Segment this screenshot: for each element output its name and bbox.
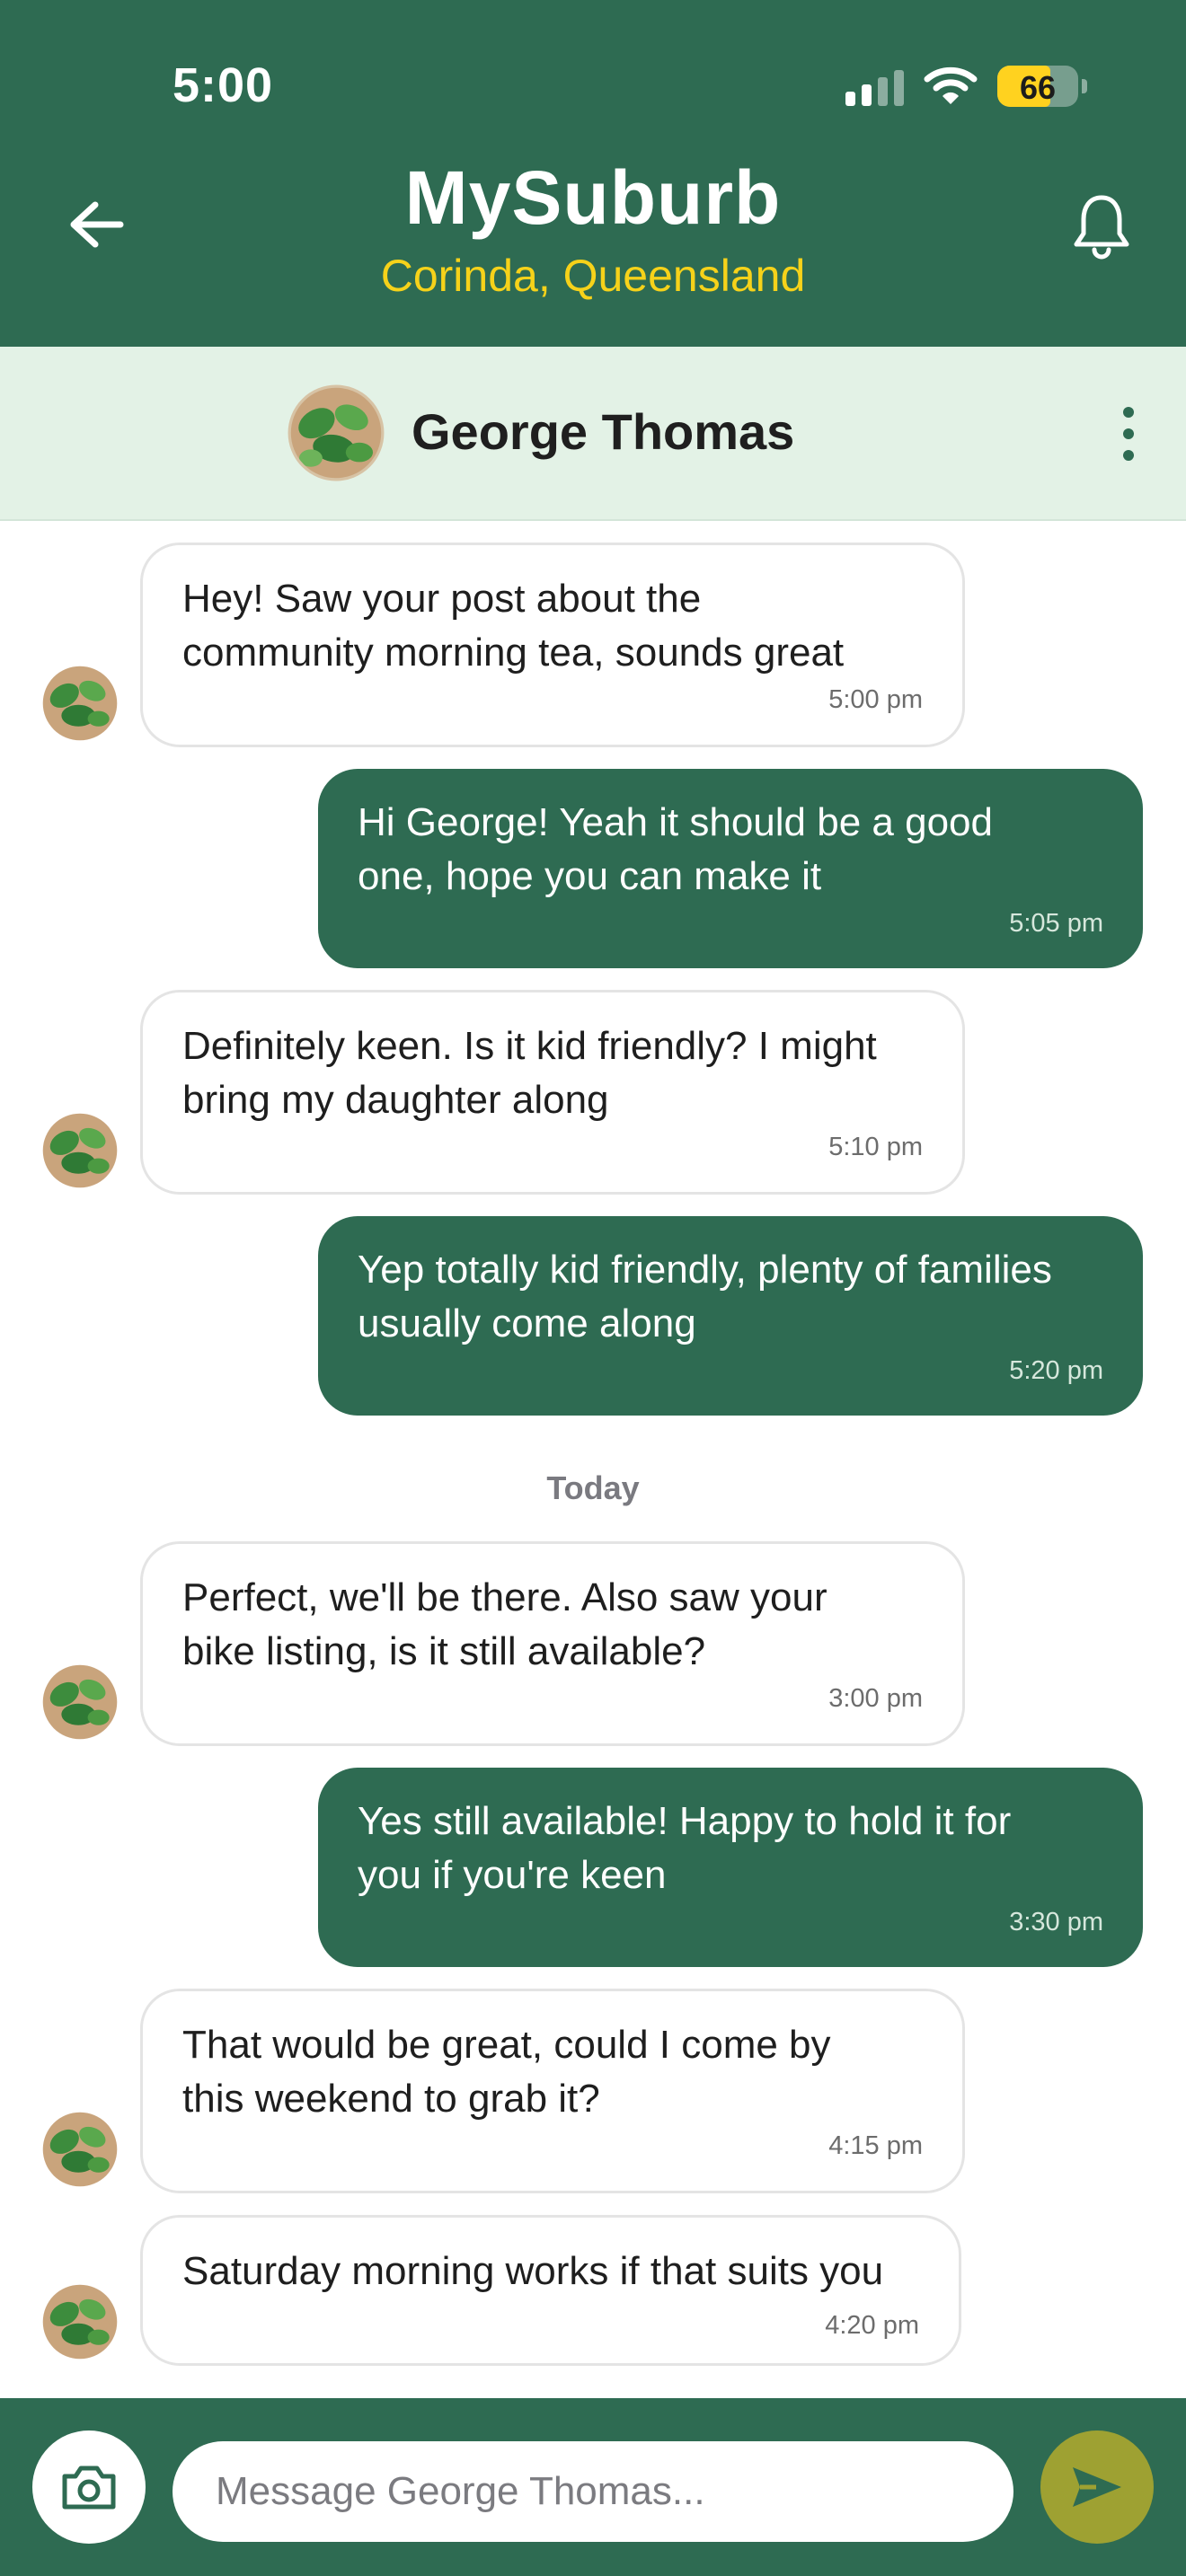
message-text: That would be great, could I come by thi…: [182, 2023, 831, 2121]
sender-avatar: [42, 1664, 118, 1740]
status-time: 5:00: [173, 58, 274, 112]
sender-avatar: [42, 666, 118, 741]
message-bubble-outgoing[interactable]: Yes still available! Happy to hold it fo…: [318, 1768, 1143, 1967]
message-text: Hey! Saw your post about the community m…: [182, 577, 845, 675]
send-icon: [1073, 2467, 1121, 2507]
message-text: Hi George! Yeah it should be a good one,…: [358, 800, 993, 898]
bell-icon: [1074, 195, 1129, 260]
sender-avatar: [42, 2112, 118, 2187]
message-text: Yes still available! Happy to hold it fo…: [358, 1799, 1012, 1897]
app-header: 5:00 66 MySuburb Corinda, Queensland: [0, 0, 1186, 347]
date-divider: Today: [546, 1469, 640, 1506]
message-bubble-incoming[interactable]: Perfect, we'll be there. Also saw your b…: [140, 1541, 965, 1746]
message-text: Definitely keen. Is it kid friendly? I m…: [182, 1024, 877, 1122]
contact-avatar[interactable]: [288, 384, 385, 481]
message-time: 3:30 pm: [1009, 1908, 1103, 1936]
wifi-icon: [924, 66, 978, 104]
battery-icon: 66: [997, 66, 1087, 107]
notifications-button[interactable]: [1066, 190, 1137, 262]
message-time: 5:20 pm: [1009, 1356, 1103, 1385]
battery-level: 66: [1019, 69, 1057, 106]
message-input[interactable]: [173, 2441, 1013, 2542]
more-vertical-icon: [1123, 407, 1134, 418]
message-bubble-outgoing[interactable]: Yep totally kid friendly, plenty of fami…: [318, 1216, 1143, 1416]
message-text: Saturday morning works if that suits you: [182, 2249, 884, 2293]
message-time: 4:20 pm: [825, 2311, 919, 2340]
message-time: 5:10 pm: [828, 1133, 923, 1161]
message-bubble-incoming[interactable]: Saturday morning works if that suits you…: [140, 2215, 961, 2366]
sender-avatar: [42, 2284, 118, 2360]
camera-icon: [62, 2466, 116, 2510]
location-subtitle: Corinda, Queensland: [380, 251, 806, 301]
message-bubble-incoming[interactable]: Definitely keen. Is it kid friendly? I m…: [140, 990, 965, 1195]
cellular-signal-icon: [845, 66, 904, 106]
contact-name[interactable]: George Thomas: [412, 402, 794, 461]
send-button[interactable]: [1040, 2430, 1154, 2544]
message-text: Perfect, we'll be there. Also saw your b…: [182, 1575, 828, 1673]
message-time: 5:05 pm: [1009, 909, 1103, 938]
app-title: MySuburb: [404, 155, 782, 240]
message-text: Yep totally kid friendly, plenty of fami…: [358, 1248, 1052, 1345]
message-bubble-incoming[interactable]: Hey! Saw your post about the community m…: [140, 543, 965, 747]
contact-bar: George Thomas: [0, 347, 1186, 521]
camera-button[interactable]: [32, 2430, 146, 2544]
sender-avatar: [42, 1113, 118, 1188]
message-time: 4:15 pm: [828, 2131, 923, 2160]
message-bubble-incoming[interactable]: That would be great, could I come by thi…: [140, 1989, 965, 2193]
message-time: 5:00 pm: [828, 685, 923, 714]
message-bubble-outgoing[interactable]: Hi George! Yeah it should be a good one,…: [318, 769, 1143, 968]
status-icons: 66: [845, 63, 1087, 110]
more-options-button[interactable]: [1111, 393, 1146, 474]
message-time: 3:00 pm: [828, 1684, 923, 1713]
message-composer: [0, 2398, 1186, 2576]
